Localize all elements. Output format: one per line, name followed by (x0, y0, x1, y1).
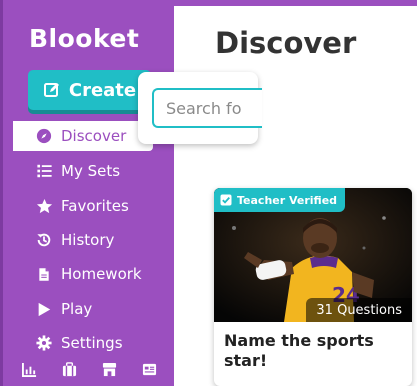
question-count: 31 Questions (306, 298, 412, 322)
briefcase-icon[interactable] (62, 362, 78, 378)
sidebar-item-label: My Sets (61, 162, 121, 180)
star-icon (35, 197, 53, 215)
sidebar-item-my-sets[interactable]: My Sets (13, 156, 153, 186)
sidebar-item-history[interactable]: History (13, 225, 153, 255)
store-icon[interactable] (102, 362, 118, 378)
search-input[interactable] (152, 88, 262, 128)
create-button[interactable]: Create (28, 70, 151, 110)
play-icon (35, 300, 53, 318)
app-logo[interactable]: Blooket (29, 24, 139, 54)
teacher-verified-badge: Teacher Verified (214, 188, 346, 212)
history-icon (35, 231, 53, 249)
create-button-label: Create (68, 79, 137, 101)
page-title: Discover (215, 26, 357, 60)
news-icon[interactable] (142, 362, 158, 378)
set-card[interactable]: 24 Teacher Verified 31 Questions Name th… (214, 188, 412, 386)
sidebar-item-discover[interactable]: Discover (13, 121, 153, 151)
compass-icon (35, 127, 53, 145)
set-title: Name the sports star! (224, 331, 374, 370)
gear-icon (35, 334, 53, 352)
sidebar-bottom-icons (22, 362, 158, 378)
sidebar: Blooket Create Discover My Sets Favorite… (0, 0, 174, 386)
sidebar-item-homework[interactable]: Homework (13, 259, 153, 289)
sidebar-item-label: Play (61, 300, 93, 318)
edit-icon (43, 81, 61, 99)
sidebar-item-settings[interactable]: Settings (13, 328, 153, 358)
sidebar-item-favorites[interactable]: Favorites (13, 191, 153, 221)
document-icon (35, 265, 53, 283)
check-icon (220, 194, 232, 206)
top-border (174, 0, 417, 6)
sidebar-item-play[interactable]: Play (13, 294, 153, 324)
set-cover-image: 24 Teacher Verified 31 Questions (214, 188, 412, 322)
sidebar-item-label: Favorites (61, 197, 129, 215)
sidebar-item-label: Homework (61, 265, 142, 283)
chart-icon[interactable] (22, 362, 38, 378)
sidebar-item-label: Discover (61, 127, 127, 145)
list-icon (35, 162, 53, 180)
sidebar-item-label: Settings (61, 334, 123, 352)
sidebar-item-label: History (61, 231, 115, 249)
badge-label: Teacher Verified (237, 193, 338, 207)
